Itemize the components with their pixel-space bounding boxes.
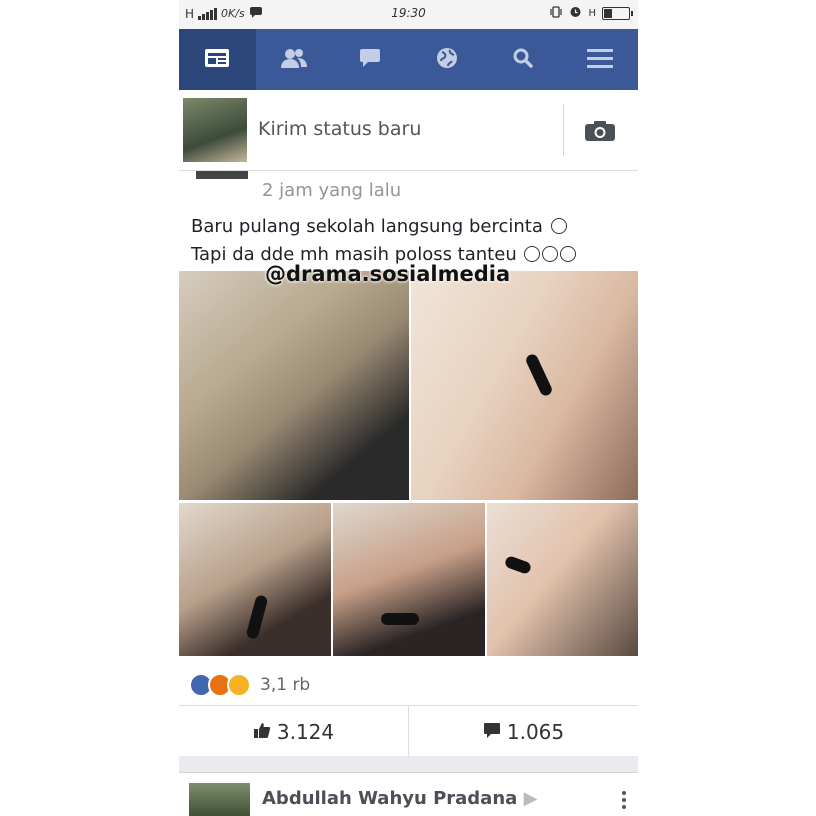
tab-messages[interactable] [332,29,409,90]
camera-icon[interactable] [584,120,616,146]
post-photo-2[interactable] [411,271,638,500]
status-input[interactable]: Kirim status baru [258,118,421,140]
watermark: @drama.sosialmedia [265,262,511,286]
share-arrow-icon: ▶ [523,788,538,809]
author-name-text: Abdullah Wahyu Pradana [262,788,518,809]
post-photo-1[interactable] [179,271,409,500]
top-nav-bar [179,29,638,90]
tab-menu[interactable] [562,29,639,90]
globe-icon [436,47,458,73]
censor-mark [503,554,533,576]
friends-icon [280,47,308,73]
next-post-author-avatar[interactable] [189,783,250,816]
menu-icon [586,48,613,72]
post-actions: 3.124 1.065 [179,705,638,757]
phone-screen: H 0K/s 19:30 H Kirim status baru 2 jam y… [179,0,638,816]
composer-divider [563,104,564,156]
vibrate-icon [549,5,563,21]
laughing-emoji-icon [542,246,559,262]
tab-search[interactable] [485,29,562,90]
comment-icon [483,720,501,744]
comment-button[interactable]: 1.065 [408,706,638,757]
reaction-count: 3,1 rb [260,675,311,695]
tab-friends[interactable] [256,29,333,90]
post-text-line1: Baru pulang sekolah langsung bercinta [191,216,543,237]
tab-notifications[interactable] [409,29,486,90]
next-post-author-name[interactable]: Abdullah Wahyu Pradana ▶ [262,788,537,809]
post-photo-3[interactable] [179,503,331,656]
user-avatar[interactable] [183,98,247,162]
next-feed-post: Abdullah Wahyu Pradana ▶ [179,772,638,816]
haha-reaction-icon [227,673,251,697]
search-icon [513,48,533,72]
laughing-emoji-icon [550,218,567,234]
feed-post: 2 jam yang lalu Baru pulang sekolah lang… [179,171,638,757]
post-text: Baru pulang sekolah langsung bercinta Ta… [191,213,577,269]
status-bar: H 0K/s 19:30 H [179,0,638,29]
post-options-icon[interactable] [622,791,626,812]
post-photo-4[interactable] [333,503,485,656]
censor-mark [524,352,554,398]
censor-mark [245,594,269,640]
like-button[interactable]: 3.124 [179,706,408,757]
status-composer: Kirim status baru [179,90,638,171]
battery-icon [602,6,633,20]
news-feed-icon [204,47,230,73]
thumbs-up-icon [253,720,271,744]
tab-news-feed[interactable] [179,29,256,90]
censor-mark [381,613,419,625]
alarm-icon [569,5,582,21]
messages-icon [359,48,381,72]
post-photo-5[interactable] [487,503,638,656]
reactions-summary[interactable]: 3,1 rb [189,673,310,697]
comment-count: 1.065 [506,719,565,744]
laughing-emoji-icon [524,246,541,262]
like-count: 3.124 [276,719,335,744]
post-author-avatar[interactable] [196,171,248,179]
laughing-emoji-icon [560,246,577,262]
network-type-right: H [588,7,596,19]
post-timestamp[interactable]: 2 jam yang lalu [262,180,401,201]
